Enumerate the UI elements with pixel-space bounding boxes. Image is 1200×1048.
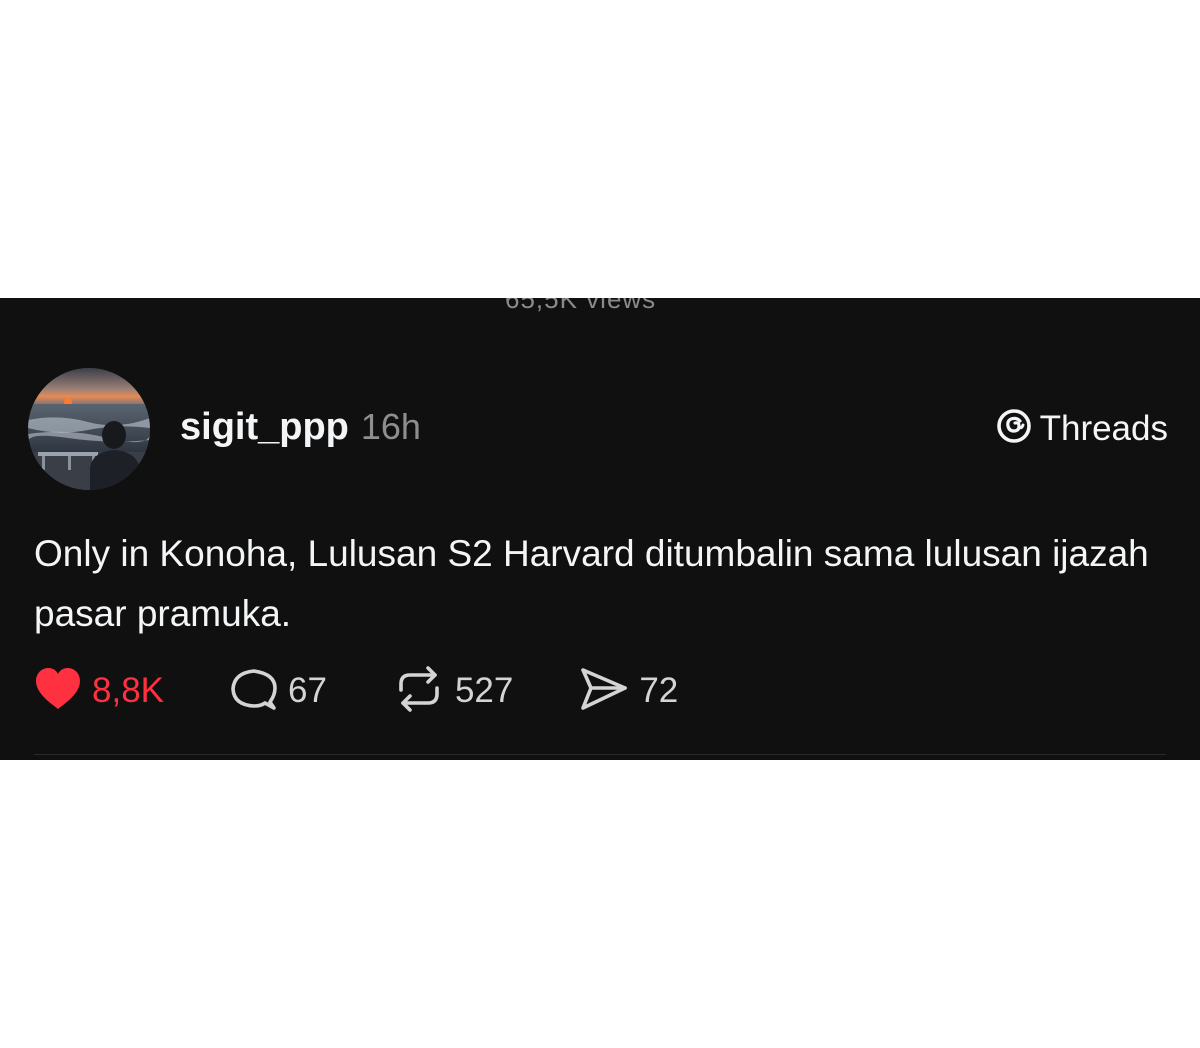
post-header: sigit_ppp 16h bbox=[180, 406, 421, 449]
avatar[interactable] bbox=[28, 368, 150, 490]
like-button[interactable]: 8,8K bbox=[34, 667, 164, 716]
post-timestamp: 16h bbox=[360, 406, 421, 447]
post-actions-bar: 8,8K 67 527 72 bbox=[34, 665, 678, 717]
repost-icon bbox=[393, 665, 445, 717]
page: 65,5K views sigit_ppp 16h Threads Only i… bbox=[0, 0, 1200, 1048]
repost-count: 527 bbox=[454, 671, 514, 710]
share-button[interactable]: 72 bbox=[579, 666, 678, 717]
reply-count: 67 bbox=[288, 671, 327, 710]
like-count: 8,8K bbox=[92, 671, 164, 710]
post-body-text: Only in Konoha, Lulusan S2 Harvard ditum… bbox=[34, 533, 1149, 634]
post-divider bbox=[34, 754, 1166, 755]
threads-brand-label: Threads bbox=[1039, 408, 1168, 448]
share-count: 72 bbox=[639, 671, 679, 710]
avatar-photo bbox=[28, 368, 150, 490]
threads-brand: Threads bbox=[996, 408, 1168, 449]
views-count-cut-off: 65,5K views bbox=[505, 298, 657, 314]
reply-button[interactable]: 67 bbox=[230, 666, 327, 717]
send-icon bbox=[579, 666, 629, 717]
comment-icon bbox=[230, 666, 278, 717]
threads-logo-icon bbox=[996, 408, 1032, 449]
heart-icon bbox=[34, 667, 82, 716]
repost-button[interactable]: 527 bbox=[393, 665, 514, 717]
threads-post-card: 65,5K views sigit_ppp 16h Threads Only i… bbox=[0, 298, 1200, 760]
username[interactable]: sigit_ppp bbox=[180, 406, 349, 449]
